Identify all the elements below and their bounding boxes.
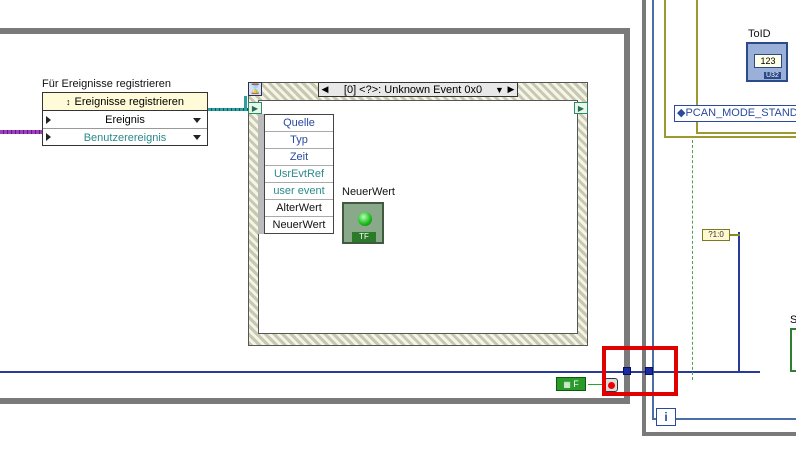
boolean-type-badge: TF xyxy=(352,232,376,242)
event-data-quelle[interactable]: Quelle xyxy=(265,115,333,132)
loop-wire-vertical[interactable] xyxy=(738,232,740,372)
next-case-icon[interactable]: ▶ xyxy=(505,84,517,95)
boolean-indicator[interactable]: TF xyxy=(342,202,384,244)
bool-constant-icon: ▦ xyxy=(563,380,571,389)
hourglass-icon[interactable]: ⌛ xyxy=(248,82,262,96)
event-data-neuerwert[interactable]: NeuerWert xyxy=(265,217,333,234)
dropdown-arrow-icon[interactable] xyxy=(193,118,201,123)
event-data-zeit[interactable]: Zeit xyxy=(265,149,333,166)
led-icon xyxy=(358,212,372,226)
event-data-typ[interactable]: Typ xyxy=(265,132,333,149)
indicator-label: NeuerWert xyxy=(342,186,395,198)
toid-control[interactable]: 123 U32 xyxy=(746,42,788,82)
event-reg-wire-vert xyxy=(244,96,247,110)
event-data-alterwert[interactable]: AlterWert xyxy=(265,200,333,217)
toid-numeric: 123 xyxy=(754,54,782,68)
event-case-selector[interactable]: ◀ [0] <?>: Unknown Event 0x0 ▼ ▶ xyxy=(318,82,518,97)
dynamic-event-terminal-left[interactable]: ▶ xyxy=(248,102,262,114)
select-node[interactable]: ?1:0 xyxy=(702,229,730,241)
highlight-box xyxy=(602,346,678,396)
terminal-arrow-icon xyxy=(46,133,51,141)
registration-title: Für Ereignisse registrieren xyxy=(42,78,171,90)
user-event-wire[interactable] xyxy=(0,130,42,134)
event-data-usrevtref[interactable]: UsrEvtRef xyxy=(265,166,333,183)
register-events-icon: ↕ xyxy=(66,96,71,107)
right-stub-label: S xyxy=(790,314,796,326)
register-row-user-event[interactable]: Benutzerereignis xyxy=(43,129,207,146)
dynamic-event-terminal-right[interactable]: ▶ xyxy=(574,102,588,114)
case-dropdown-icon[interactable]: ▼ xyxy=(495,85,505,95)
register-events-header: ↕ Ereignisse registrieren xyxy=(43,93,207,111)
register-events-node[interactable]: ↕ Ereignisse registrieren Ereignis Benut… xyxy=(42,92,208,146)
unbundle-wire xyxy=(730,234,740,236)
dropdown-arrow-icon[interactable] xyxy=(193,135,201,140)
pcan-mode-constant[interactable]: ◆PCAN_MODE_STANDARD xyxy=(674,105,796,122)
iteration-terminal[interactable]: i xyxy=(656,408,676,426)
prev-case-icon[interactable]: ◀ xyxy=(319,84,331,95)
right-green-node[interactable] xyxy=(790,328,796,372)
toid-label: ToID xyxy=(748,28,771,40)
false-constant[interactable]: ▦ F xyxy=(556,377,586,391)
register-row-event[interactable]: Ereignis xyxy=(43,112,207,129)
boolean-wire xyxy=(692,140,693,380)
case-selector-label: [0] <?>: Unknown Event 0x0 xyxy=(343,83,483,96)
event-data-node[interactable]: Quelle Typ Zeit UsrEvtRef user event Alt… xyxy=(264,114,334,234)
event-data-user-event[interactable]: user event xyxy=(265,183,333,200)
event-reg-wire[interactable] xyxy=(208,108,248,111)
toid-type-badge: U32 xyxy=(764,72,781,79)
terminal-arrow-icon xyxy=(46,116,51,124)
